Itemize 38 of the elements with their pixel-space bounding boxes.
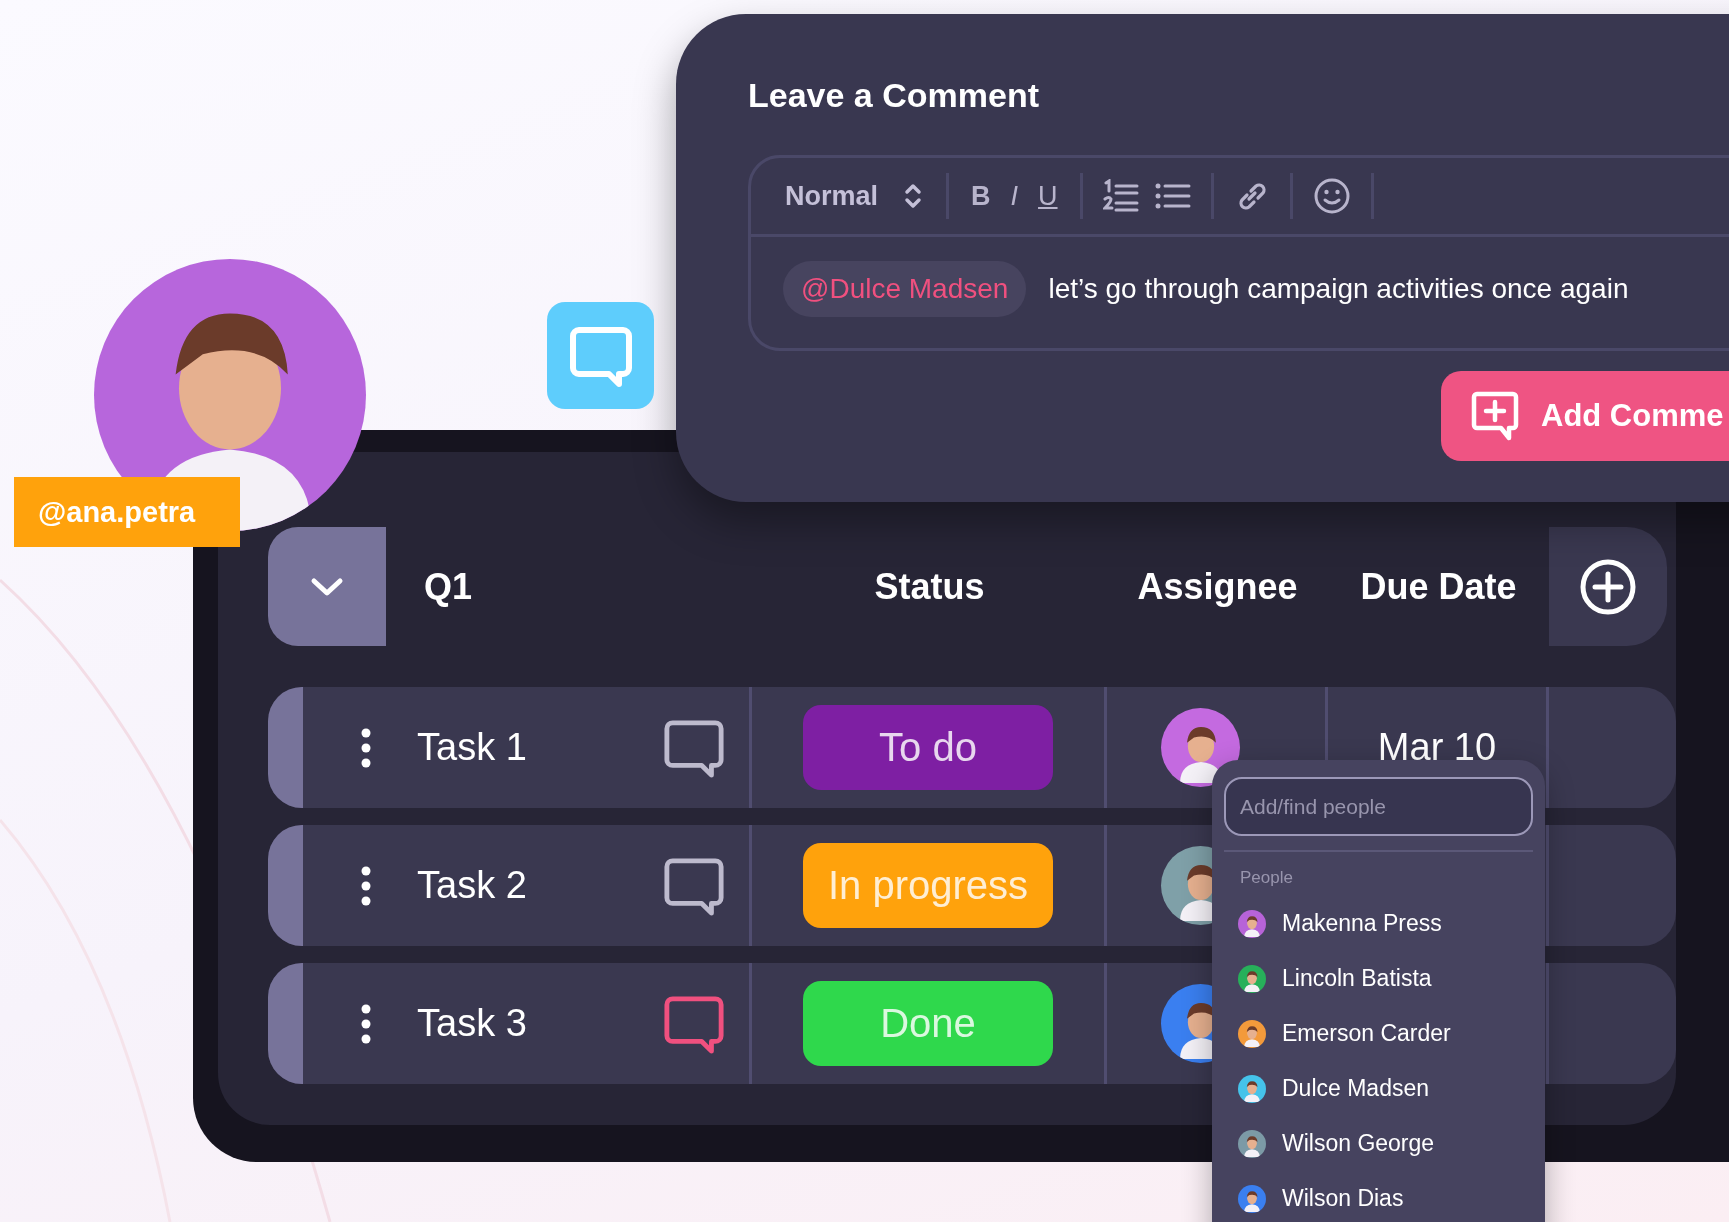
task-name: Task 2 <box>417 864 528 907</box>
format-button[interactable]: I <box>1000 180 1029 212</box>
plus-circle-icon <box>1579 557 1637 616</box>
up-down-icon <box>904 182 923 210</box>
task-name: Task 1 <box>417 726 528 769</box>
kebab-menu-icon[interactable] <box>361 727 371 768</box>
status-badge[interactable]: To do <box>803 705 1053 790</box>
kebab-menu-icon[interactable] <box>361 865 371 906</box>
search-field[interactable]: Add/find people <box>1224 777 1533 836</box>
add-column-button[interactable] <box>1549 527 1667 646</box>
smiley-icon <box>1312 177 1351 215</box>
person-item[interactable]: Emerson Carder <box>1224 1006 1533 1061</box>
add-comment-button[interactable]: Add Comme <box>1441 371 1729 461</box>
bullet-list-icon <box>1154 182 1191 210</box>
column-header: Due Date <box>1359 565 1518 608</box>
format-button[interactable]: U <box>1028 180 1068 212</box>
column-header: Assignee <box>1136 565 1299 608</box>
task-name: Task 3 <box>417 1002 528 1045</box>
person-item[interactable]: Makenna Press <box>1224 896 1533 951</box>
kebab-menu-icon[interactable] <box>361 1003 371 1044</box>
format-select[interactable]: Normal <box>785 180 935 212</box>
due-date: Mar 10 <box>1377 726 1497 769</box>
comment-text: let’s go through campaign activities once again <box>1048 273 1629 305</box>
column-header: Status <box>873 565 986 608</box>
person-item[interactable]: Wilson George <box>1224 1116 1533 1171</box>
username-tag: @ana.petra <box>14 477 240 547</box>
section-label: People <box>1239 868 1294 888</box>
format-button[interactable]: B <box>961 180 1001 212</box>
chevron-down-icon <box>310 576 344 597</box>
person-item[interactable]: Lincoln Batista <box>1224 951 1533 1006</box>
comment-plus-icon <box>1471 391 1519 441</box>
comment-editor[interactable]: Normal B I U @Dulce Madsen let’s go through campaign activities once again <box>748 155 1729 351</box>
person-item[interactable]: Wilson Dias <box>1224 1171 1533 1222</box>
collapse-button[interactable] <box>268 527 386 646</box>
person-item[interactable]: Dulce Madsen <box>1224 1061 1533 1116</box>
numbered-list-icon <box>1102 179 1139 213</box>
group-title: Q1 <box>423 565 474 608</box>
panel-title: Leave a Comment <box>748 76 1040 115</box>
